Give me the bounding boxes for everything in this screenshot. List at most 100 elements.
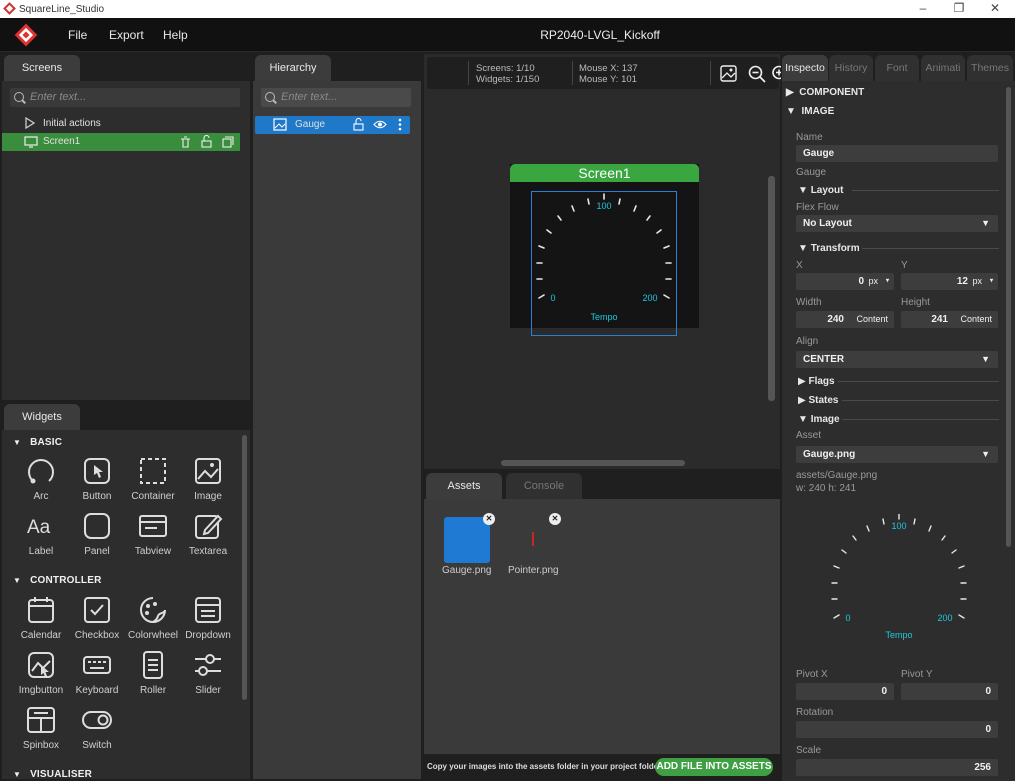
trash-icon[interactable] (180, 136, 191, 148)
section-image[interactable]: ▼ IMAGE (786, 106, 834, 117)
search-icon (14, 92, 24, 102)
widget-label[interactable]: Aa Label (13, 510, 69, 557)
widget-arc[interactable]: Arc (13, 455, 69, 502)
keyboard-icon (83, 656, 111, 674)
name-field[interactable]: Gauge (796, 145, 998, 162)
widget-button[interactable]: Button (69, 455, 125, 502)
x-field[interactable]: 0 px ▾ (796, 273, 894, 290)
tab-themes[interactable]: Themes (967, 55, 1013, 81)
close-button[interactable]: ✕ (978, 0, 1012, 18)
list-item-screen1[interactable]: Screen1 (2, 133, 240, 151)
widget-colorwheel[interactable]: Colorwheel (125, 594, 181, 641)
widget-panel[interactable]: Panel (69, 510, 125, 557)
image-preview-icon[interactable] (720, 65, 737, 82)
zoom-in-icon[interactable] (771, 65, 781, 83)
canvas-area[interactable]: Screens: 1/10 Widgets: 1/150 Mouse X: 13… (424, 54, 781, 469)
menu-bar: File Export Help RP2040-LVGL_Kickoff (0, 18, 1015, 52)
tab-animation[interactable]: Animati (921, 55, 965, 81)
canvas-horizontal-scrollbar[interactable] (501, 460, 685, 466)
tab-widgets[interactable]: Widgets (4, 404, 80, 430)
tab-console[interactable]: Console (506, 473, 582, 499)
arc-icon (28, 459, 54, 484)
asset-preview-gauge: 100 0 200 Tempo (831, 514, 967, 640)
widget-calendar[interactable]: Calendar (13, 594, 69, 641)
section-component[interactable]: ▶ COMPONENT (786, 87, 864, 98)
pivot-x-label: Pivot X (796, 669, 828, 680)
asset-thumb-gauge[interactable] (444, 517, 490, 563)
widget-label: Container (131, 491, 175, 502)
widget-label: Textarea (188, 546, 228, 557)
widget-image[interactable]: Image (180, 455, 236, 502)
canvas-vertical-scrollbar[interactable] (768, 176, 775, 401)
eye-icon[interactable] (373, 119, 387, 130)
asset-thumb-pointer[interactable] (532, 532, 534, 546)
section-flags[interactable]: ▶ Flags (798, 376, 835, 387)
window-title: SquareLine_Studio (19, 4, 105, 15)
chevron-down-icon: ▼ (981, 354, 990, 364)
widget-spinbox[interactable]: Spinbox (13, 704, 69, 751)
svg-text:100: 100 (891, 521, 906, 531)
rotation-label: Rotation (796, 707, 834, 718)
list-item-initial-actions[interactable]: Initial actions (2, 115, 250, 133)
widget-roller[interactable]: Roller (125, 649, 181, 696)
widget-type-label: Gauge (796, 167, 827, 178)
tab-assets[interactable]: Assets (426, 473, 502, 499)
tab-inspector[interactable]: Inspecto (782, 55, 828, 81)
align-dropdown[interactable]: CENTER ▼ (796, 351, 998, 368)
search-placeholder: Enter text... (281, 91, 338, 103)
section-basic[interactable]: ▼ BASIC (13, 437, 62, 448)
maximize-button[interactable]: ❐ (942, 0, 976, 18)
unlock-icon[interactable] (353, 118, 364, 131)
gauge-widget[interactable]: 100 0 200 Tempo (531, 191, 677, 336)
screens-search-input[interactable]: Enter text... (10, 88, 240, 107)
y-field[interactable]: 12 px ▾ (901, 273, 998, 290)
pivot-y-field[interactable]: 0 (901, 683, 998, 700)
widget-keyboard[interactable]: Keyboard (69, 649, 125, 696)
imgbutton-icon (28, 652, 54, 678)
screen-title-bar: Screen1 (510, 164, 699, 182)
screen-preview[interactable]: Screen1 100 0 200 Tempo (510, 164, 699, 336)
section-visualiser[interactable]: ▼ VISUALISER (13, 769, 92, 779)
remove-asset-gauge-icon[interactable]: ✕ (483, 513, 495, 525)
rotation-field[interactable]: 0 (796, 721, 998, 738)
tab-history[interactable]: History (829, 55, 873, 81)
widget-checkbox[interactable]: Checkbox (69, 594, 125, 641)
hierarchy-search-input[interactable]: Enter text... (261, 88, 411, 107)
more-icon[interactable] (398, 118, 402, 131)
hierarchy-item-gauge[interactable]: Gauge (255, 116, 410, 134)
tab-screens[interactable]: Screens (4, 55, 80, 81)
minimize-button[interactable]: – (906, 0, 940, 18)
remove-asset-pointer-icon[interactable]: ✕ (549, 513, 561, 525)
widget-dropdown[interactable]: Dropdown (180, 594, 236, 641)
hierarchy-panel: Hierarchy Enter text... Gauge (253, 54, 421, 779)
asset-dropdown[interactable]: Gauge.png ▼ (796, 446, 998, 463)
tab-hierarchy[interactable]: Hierarchy (255, 55, 331, 81)
width-field[interactable]: 240 Content (796, 311, 894, 328)
scale-field[interactable]: 256 (796, 759, 998, 776)
tab-font[interactable]: Font (875, 55, 919, 81)
unlock-icon[interactable] (201, 135, 212, 148)
pivot-x-field[interactable]: 0 (796, 683, 894, 700)
duplicate-icon[interactable] (222, 136, 234, 148)
section-image-props[interactable]: ▼ Image (798, 414, 840, 425)
height-field[interactable]: 241 Content (901, 311, 998, 328)
inspector-scrollbar[interactable] (1006, 87, 1011, 547)
widgets-scrollbar[interactable] (242, 435, 247, 700)
zoom-out-icon[interactable] (748, 65, 766, 83)
widget-imgbutton[interactable]: Imgbutton (13, 649, 69, 696)
widget-container[interactable]: Container (125, 455, 181, 502)
section-layout[interactable]: ▼ Layout (798, 185, 843, 196)
widget-switch[interactable]: Switch (69, 704, 125, 751)
panel-icon (84, 513, 110, 539)
widget-slider[interactable]: Slider (180, 649, 236, 696)
flex-flow-dropdown[interactable]: No Layout ▼ (796, 215, 998, 232)
section-transform[interactable]: ▼ Transform (798, 243, 860, 254)
section-states[interactable]: ▶ States (798, 395, 838, 406)
project-title: RP2040-LVGL_Kickoff (540, 28, 660, 42)
scale-label: Scale (796, 745, 822, 756)
widget-textarea[interactable]: Textarea (180, 510, 236, 557)
section-controller[interactable]: ▼ CONTROLLER (13, 575, 102, 586)
flex-flow-label: Flex Flow (796, 202, 839, 213)
widget-tabview[interactable]: Tabview (125, 510, 181, 557)
add-file-into-assets-button[interactable]: ADD FILE INTO ASSETS (655, 758, 773, 776)
